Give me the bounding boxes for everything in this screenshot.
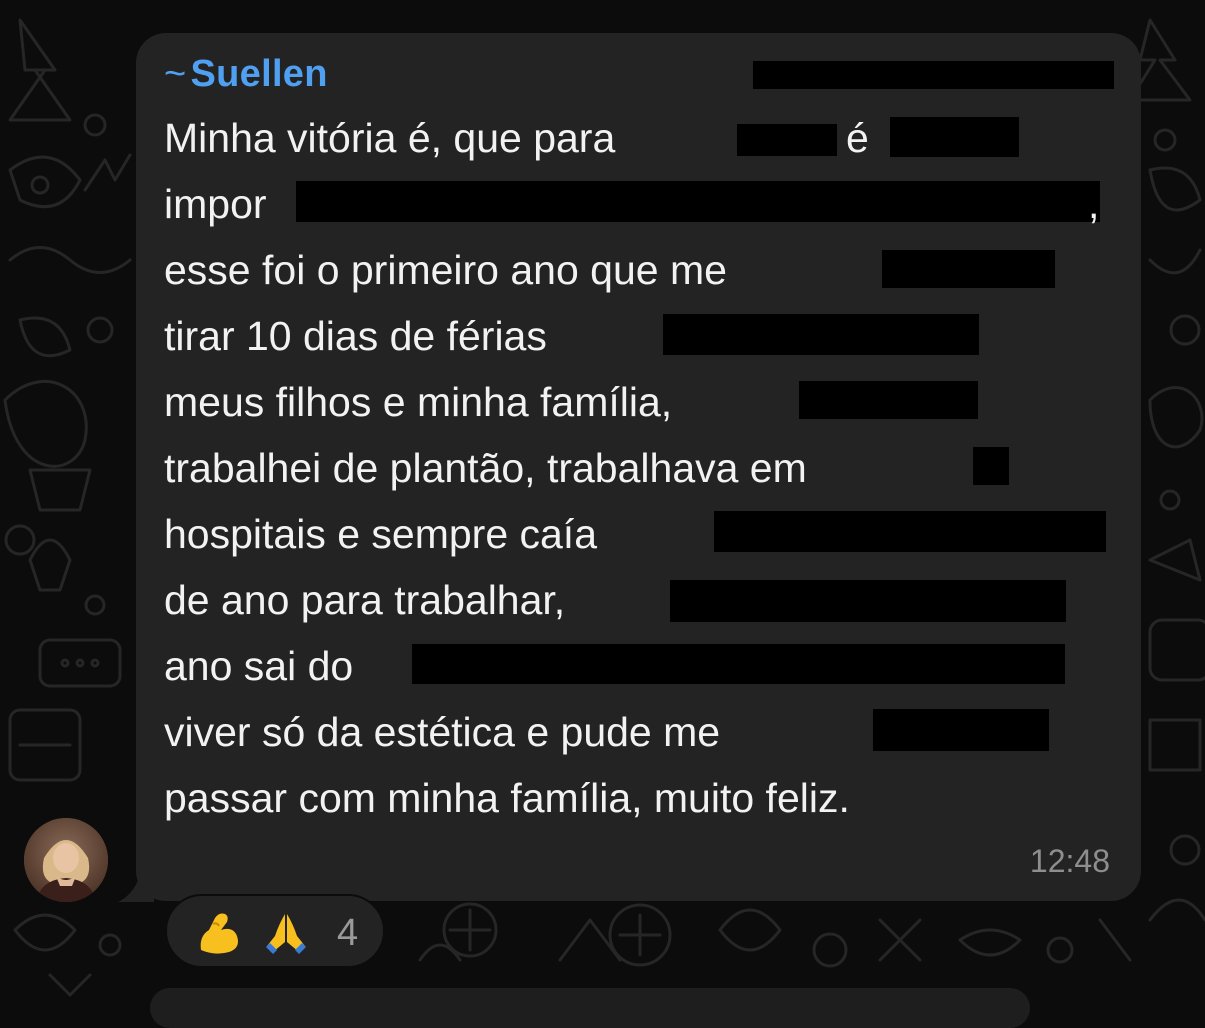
message-line: Minha vitória é, que para — [164, 115, 616, 161]
redaction-bar — [753, 61, 1114, 89]
next-message-edge — [150, 988, 1030, 1028]
redaction-bar — [737, 124, 837, 156]
redaction-bar — [799, 381, 978, 419]
redaction-bar — [296, 181, 1100, 222]
redaction-bar — [882, 250, 1055, 288]
redaction-bar — [663, 314, 979, 355]
redaction-bar — [714, 511, 1106, 552]
flexed-biceps-emoji — [200, 913, 238, 954]
message-line: meus filhos e minha família, — [164, 379, 673, 425]
message-line: esse foi o primeiro ano que me — [164, 247, 727, 293]
redaction-bar — [973, 447, 1009, 485]
sender-name[interactable]: ~ Suellen — [164, 53, 328, 96]
redaction-bar — [890, 117, 1019, 157]
message-timestamp: 12:48 — [1029, 843, 1110, 879]
sender-prefix: ~ — [164, 53, 187, 95]
avatar[interactable] — [24, 818, 108, 902]
message-line: tirar 10 dias de férias — [164, 313, 547, 359]
reaction-count: 4 — [337, 912, 359, 954]
redaction-bar — [873, 709, 1049, 751]
message-line: viver só da estética e pude me — [164, 709, 721, 755]
message-line: ano sai do — [164, 643, 354, 689]
folded-hands-emoji — [266, 914, 306, 954]
message-line: impor — [164, 181, 267, 227]
message-line: trabalhei de plantão, trabalhava em — [164, 445, 807, 491]
message-line: passar com minha família, muito feliz. — [164, 775, 850, 821]
avatar-photo — [24, 818, 108, 902]
message-line: de ano para trabalhar, — [164, 577, 566, 623]
redaction-bar — [670, 580, 1066, 622]
message-line: hospitais e sempre caía — [164, 511, 598, 557]
reactions-pill[interactable]: 4 — [165, 894, 385, 968]
sender-name-text: Suellen — [190, 53, 328, 95]
message-fragment: , — [1088, 181, 1100, 227]
message-fragment: é — [846, 115, 869, 161]
redaction-bar — [412, 644, 1065, 684]
message-bubble[interactable]: ~ Suellen Minha vitória é, que para é imp… — [136, 33, 1141, 901]
